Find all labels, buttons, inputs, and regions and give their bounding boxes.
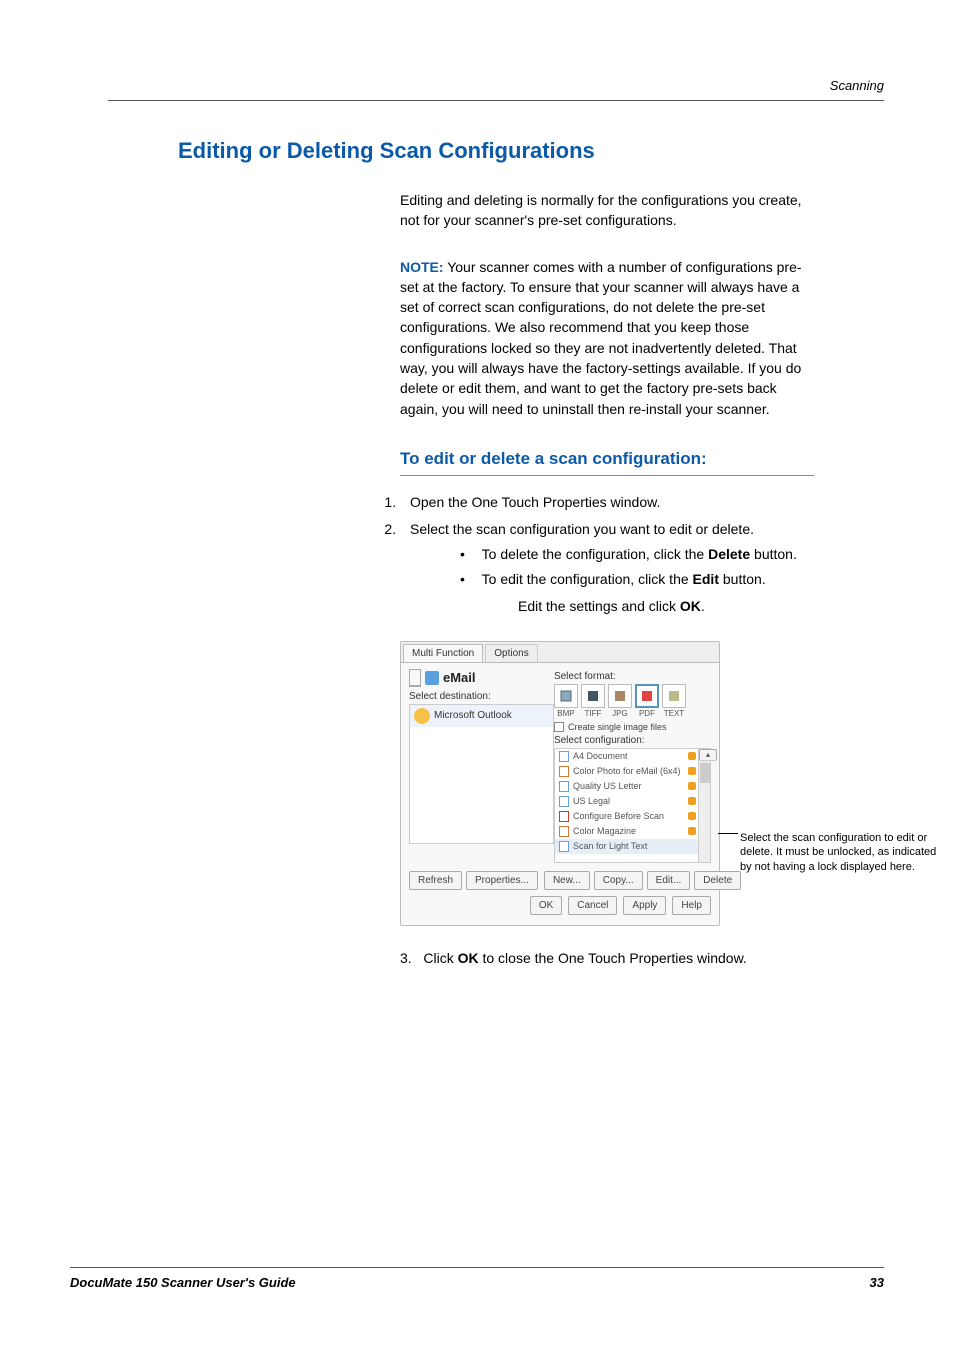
lock-icon bbox=[688, 797, 696, 805]
destination-item-outlook[interactable]: Microsoft Outlook bbox=[410, 705, 553, 727]
format-icons: BMP TIFF JPG PDF TEXT bbox=[554, 684, 711, 718]
page-title: Editing or Deleting Scan Configurations bbox=[178, 138, 884, 164]
step-2b2-pre: Edit the settings and click bbox=[518, 598, 680, 614]
cancel-button[interactable]: Cancel bbox=[568, 896, 617, 915]
config-label: Quality US Letter bbox=[573, 781, 642, 791]
step-3-bold: OK bbox=[458, 950, 479, 966]
select-destination-label: Select destination: bbox=[409, 691, 554, 702]
lock-icon bbox=[688, 827, 696, 835]
config-label: Color Photo for eMail (6x4) bbox=[573, 766, 681, 776]
edit-button[interactable]: Edit... bbox=[647, 871, 691, 890]
format-jpg-label: JPG bbox=[612, 709, 628, 718]
email-icon bbox=[425, 671, 439, 685]
step-3: 3. Click OK to close the One Touch Prope… bbox=[400, 950, 814, 966]
step-2b-bold: Edit bbox=[693, 571, 719, 587]
section-header: Scanning bbox=[830, 78, 884, 93]
scroll-thumb[interactable] bbox=[700, 763, 710, 783]
config-item[interactable]: Quality US Letter bbox=[555, 779, 710, 794]
config-item[interactable]: Color Magazine bbox=[555, 824, 710, 839]
config-label: Color Magazine bbox=[573, 826, 636, 836]
footer-rule bbox=[70, 1267, 884, 1268]
step-3-post: to close the One Touch Properties window… bbox=[479, 950, 747, 966]
note-paragraph: NOTE: Your scanner comes with a number o… bbox=[400, 257, 814, 419]
step-2: Select the scan configuration you want t… bbox=[400, 519, 814, 617]
refresh-button[interactable]: Refresh bbox=[409, 871, 462, 890]
tab-options[interactable]: Options bbox=[485, 644, 537, 662]
lock-icon bbox=[688, 752, 696, 760]
ok-button[interactable]: OK bbox=[530, 896, 562, 915]
note-label: NOTE: bbox=[400, 259, 444, 275]
function-label: eMail bbox=[443, 670, 476, 685]
format-text[interactable]: TEXT bbox=[662, 684, 686, 718]
step-2b-post: button. bbox=[719, 571, 766, 587]
footer: DocuMate 150 Scanner User's Guide 33 bbox=[70, 1275, 884, 1290]
format-tiff[interactable]: TIFF bbox=[581, 684, 605, 718]
configuration-list[interactable]: ▴ A4 Document Color Photo for eMail (6x4… bbox=[554, 748, 711, 863]
format-bmp-label: BMP bbox=[557, 709, 574, 718]
format-jpg[interactable]: JPG bbox=[608, 684, 632, 718]
step-2a-post: button. bbox=[750, 546, 797, 562]
select-format-label: Select format: bbox=[554, 671, 711, 682]
config-label: Configure Before Scan bbox=[573, 811, 664, 821]
config-item[interactable]: Color Photo for eMail (6x4) bbox=[555, 764, 710, 779]
header-rule bbox=[108, 100, 884, 101]
step-2a-bold: Delete bbox=[708, 546, 750, 562]
step-2-text: Select the scan configuration you want t… bbox=[410, 521, 754, 537]
lock-icon bbox=[688, 767, 696, 775]
create-single-label: Create single image files bbox=[568, 722, 667, 732]
config-label: A4 Document bbox=[573, 751, 628, 761]
lock-icon bbox=[688, 812, 696, 820]
subheading: To edit or delete a scan configuration: bbox=[400, 449, 814, 476]
footer-page-number: 33 bbox=[870, 1275, 884, 1290]
apply-button[interactable]: Apply bbox=[623, 896, 666, 915]
step-3-pre: Click bbox=[423, 950, 457, 966]
step-2b-pre: To edit the configuration, click the bbox=[482, 571, 693, 587]
destination-item-label: Microsoft Outlook bbox=[434, 710, 512, 721]
note-text: Your scanner comes with a number of conf… bbox=[400, 259, 802, 417]
lock-icon bbox=[688, 782, 696, 790]
config-item-selected[interactable]: Scan for Light Text bbox=[555, 839, 710, 854]
new-button[interactable]: New... bbox=[544, 871, 590, 890]
step-2b2-post: . bbox=[701, 598, 705, 614]
intro-paragraph: Editing and deleting is normally for the… bbox=[400, 190, 814, 231]
callout-text: Select the scan configuration to edit or… bbox=[740, 831, 940, 874]
delete-button[interactable]: Delete bbox=[694, 871, 741, 890]
checkbox-icon bbox=[554, 722, 564, 732]
step-2b-sub: Edit the settings and click OK. bbox=[518, 596, 814, 617]
format-text-label: TEXT bbox=[664, 709, 684, 718]
step-2b2-bold: OK bbox=[680, 598, 701, 614]
copy-button[interactable]: Copy... bbox=[594, 871, 643, 890]
scrollbar[interactable]: ▴ bbox=[698, 749, 710, 862]
outlook-icon bbox=[414, 708, 430, 724]
destination-list[interactable]: Microsoft Outlook bbox=[409, 704, 554, 844]
callout-leader-line bbox=[718, 833, 738, 834]
step-1: Open the One Touch Properties window. bbox=[400, 492, 814, 513]
function-selector[interactable]: eMail bbox=[409, 669, 554, 687]
dialog-area: Multi Function Options eMail Select dest… bbox=[400, 641, 884, 926]
config-label: Scan for Light Text bbox=[573, 841, 647, 851]
config-item[interactable]: A4 Document bbox=[555, 749, 710, 764]
properties-button[interactable]: Properties... bbox=[466, 871, 538, 890]
step-2a: To delete the configuration, click the D… bbox=[450, 544, 814, 565]
create-single-checkbox[interactable]: Create single image files bbox=[554, 722, 711, 732]
config-item[interactable]: US Legal bbox=[555, 794, 710, 809]
scroll-up-icon[interactable]: ▴ bbox=[699, 749, 717, 761]
format-tiff-label: TIFF bbox=[585, 709, 602, 718]
dialog-tabs: Multi Function Options bbox=[401, 642, 719, 663]
steps-list: Open the One Touch Properties window. Se… bbox=[400, 492, 814, 617]
format-pdf-label: PDF bbox=[639, 709, 655, 718]
step-2b: To edit the configuration, click the Edi… bbox=[450, 569, 814, 617]
step-2a-pre: To delete the configuration, click the bbox=[482, 546, 708, 562]
select-configuration-label: Select configuration: bbox=[554, 735, 711, 746]
one-touch-dialog: Multi Function Options eMail Select dest… bbox=[400, 641, 720, 926]
config-label: US Legal bbox=[573, 796, 610, 806]
spinner[interactable] bbox=[409, 669, 421, 687]
help-button[interactable]: Help bbox=[672, 896, 711, 915]
config-item[interactable]: Configure Before Scan bbox=[555, 809, 710, 824]
format-bmp[interactable]: BMP bbox=[554, 684, 578, 718]
format-pdf[interactable]: PDF bbox=[635, 684, 659, 718]
footer-left: DocuMate 150 Scanner User's Guide bbox=[70, 1275, 296, 1290]
tab-multi-function[interactable]: Multi Function bbox=[403, 644, 483, 662]
